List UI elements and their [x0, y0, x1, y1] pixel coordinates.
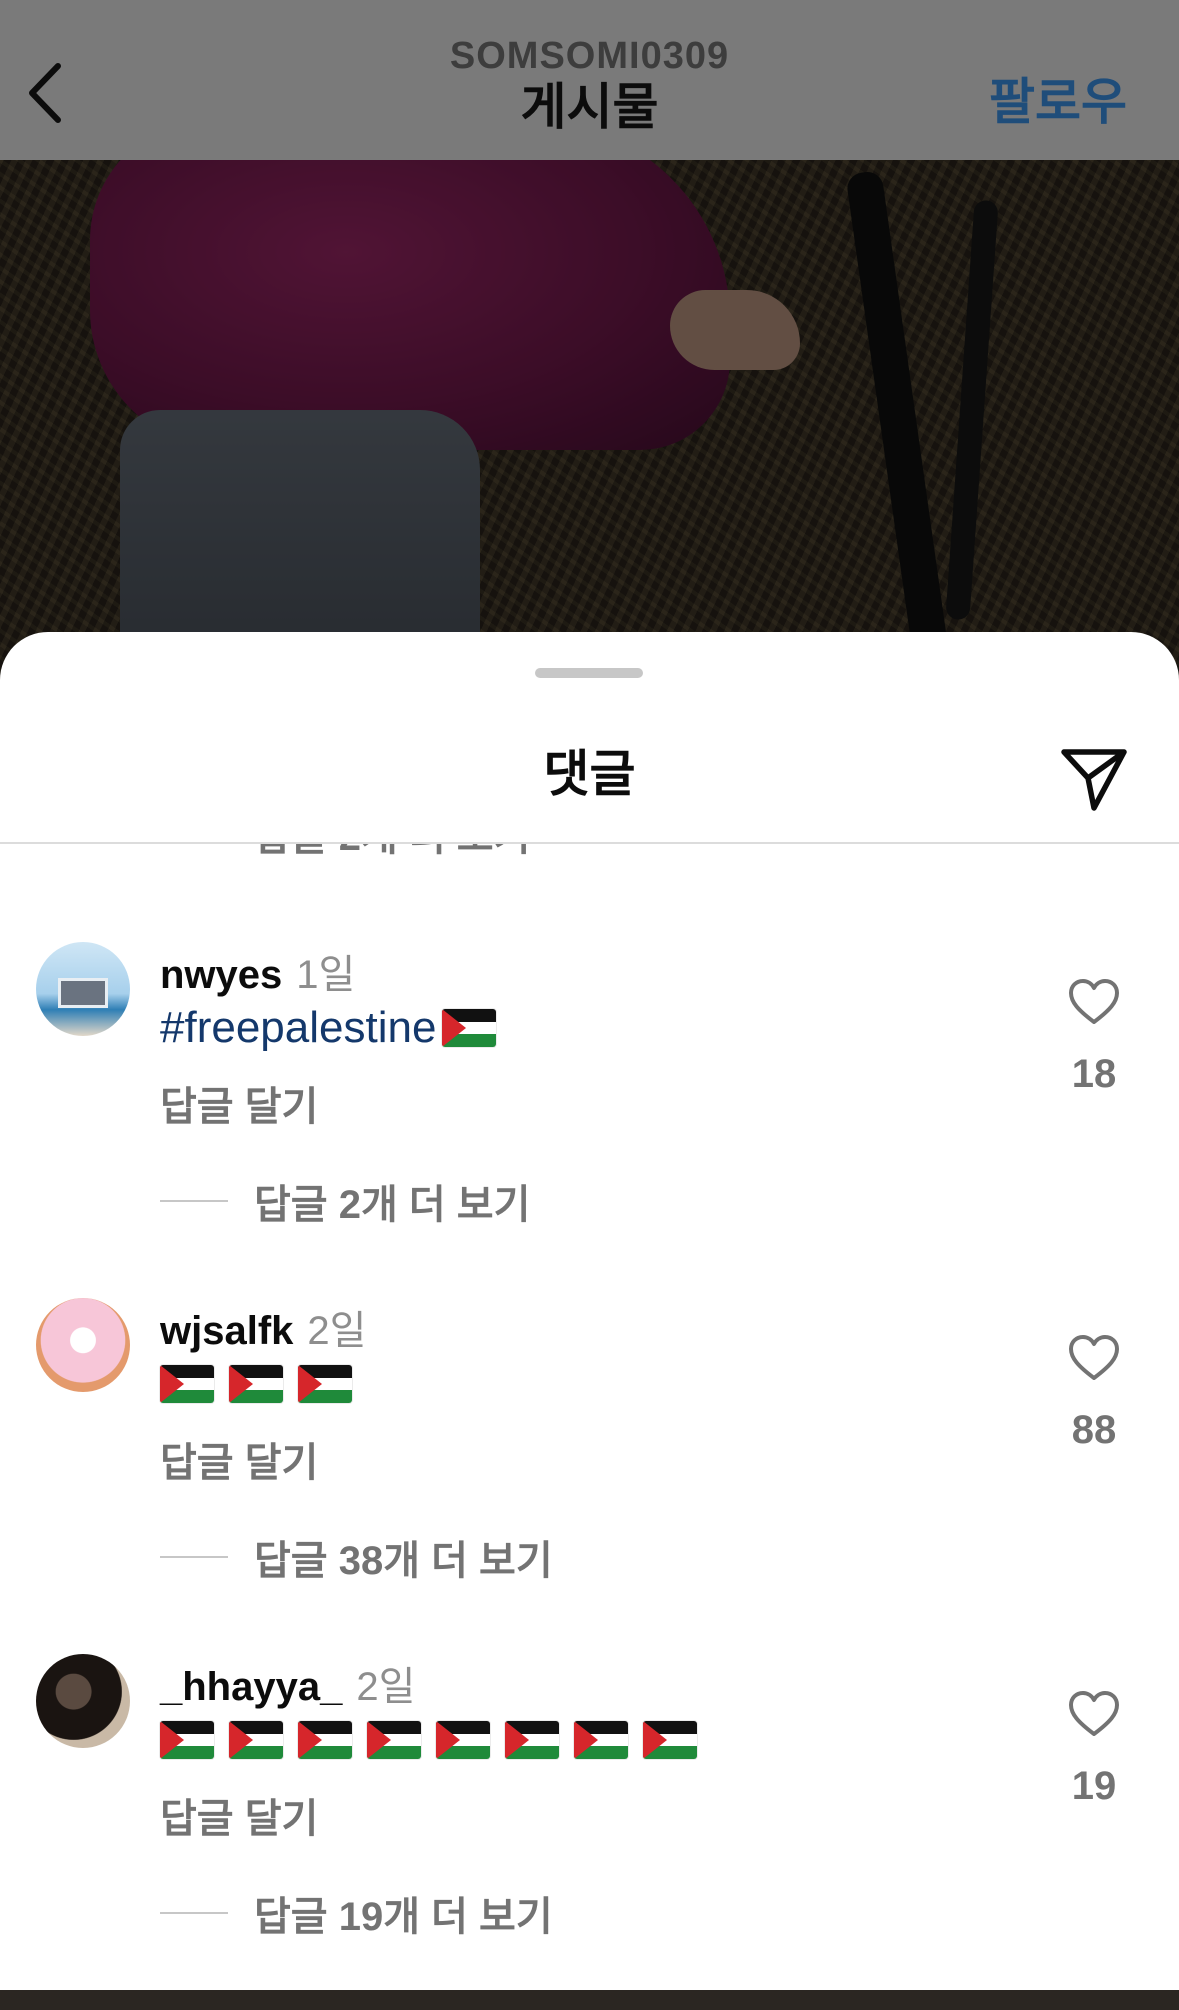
sheet-title: 댓글 [543, 746, 636, 802]
comment-item: _hhayya_ 2일 답글 달기 답글 19개 더 보기 19 [0, 1654, 1179, 2010]
palestine-flag-emoji [229, 1721, 283, 1759]
more-replies-row[interactable]: 답글 38개 더 보기 [160, 1528, 553, 1586]
more-replies-label: 답글 19개 더 보기 [254, 1895, 553, 1939]
heart-icon[interactable] [1068, 1334, 1120, 1382]
sheet-drag-handle[interactable] [535, 668, 643, 678]
reply-button[interactable]: 답글 달기 [160, 1430, 318, 1488]
palestine-flag-emoji [505, 1721, 559, 1759]
more-replies-label: 답글 38개 더 보기 [254, 1539, 553, 1583]
palestine-flag-emoji [574, 1721, 628, 1759]
reply-button[interactable]: 답글 달기 [160, 1074, 318, 1132]
paper-plane-icon[interactable] [1058, 742, 1130, 814]
like-count: 88 [1071, 1408, 1117, 1452]
comment-time: 1일 [296, 953, 356, 997]
comment-header: _hhayya_ 2일 [160, 1654, 415, 1709]
reply-thread-line [160, 1200, 228, 1202]
comment-username[interactable]: _hhayya_ [160, 1665, 342, 1710]
reply-thread-line [160, 1556, 228, 1558]
palestine-flag-emoji [298, 1365, 352, 1403]
comment-text [160, 1712, 712, 1768]
avatar[interactable] [36, 1654, 130, 1748]
like-count: 19 [1071, 1764, 1117, 1808]
comment-header: wjsalfk 2일 [160, 1298, 366, 1353]
palestine-flag-emoji [229, 1365, 283, 1403]
palestine-flag-emoji [298, 1721, 352, 1759]
comment-header: nwyes 1일 [160, 942, 355, 997]
comment-username[interactable]: nwyes [160, 953, 282, 998]
more-replies-cut-off[interactable]: 답글 2개 더 보기 [160, 844, 530, 859]
follow-button[interactable]: 팔로우 [989, 62, 1127, 134]
avatar-scene [58, 978, 108, 1008]
hashtag-link[interactable]: #freepalestine [160, 1003, 436, 1053]
like-count: 18 [1071, 1052, 1117, 1096]
more-replies-label: 답글 2개 더 보기 [254, 844, 530, 862]
heart-icon[interactable] [1068, 978, 1120, 1026]
palestine-flag-emoji [160, 1721, 214, 1759]
reply-button[interactable]: 답글 달기 [160, 1786, 318, 1844]
comment-time: 2일 [307, 1309, 367, 1353]
heart-icon[interactable] [1068, 1690, 1120, 1738]
palestine-flag-emoji [442, 1009, 497, 1047]
more-replies-label: 답글 2개 더 보기 [254, 1183, 531, 1227]
comment-item: nwyes 1일 #freepalestine 답글 달기 답글 2개 더 보기… [0, 942, 1179, 1298]
more-replies-row[interactable]: 답글 2개 더 보기 [160, 1172, 530, 1230]
comment-time: 2일 [356, 1665, 416, 1709]
top-navigation-bar: SOMSOMI0309 게시물 팔로우 [0, 0, 1179, 160]
comment-item: wjsalfk 2일 답글 달기 답글 38개 더 보기 88 [0, 1298, 1179, 1654]
palestine-flag-emoji [436, 1721, 490, 1759]
palestine-flag-emoji [367, 1721, 421, 1759]
reply-thread-line [160, 1912, 228, 1914]
palestine-flag-emoji [643, 1721, 697, 1759]
comment-text: #freepalestine [160, 1000, 497, 1056]
avatar[interactable] [36, 942, 130, 1036]
avatar[interactable] [36, 1298, 130, 1392]
more-replies-row[interactable]: 답글 19개 더 보기 [160, 1884, 553, 1942]
comment-text [160, 1356, 367, 1412]
comment-username[interactable]: wjsalfk [160, 1309, 293, 1354]
palestine-flag-emoji [160, 1365, 214, 1403]
